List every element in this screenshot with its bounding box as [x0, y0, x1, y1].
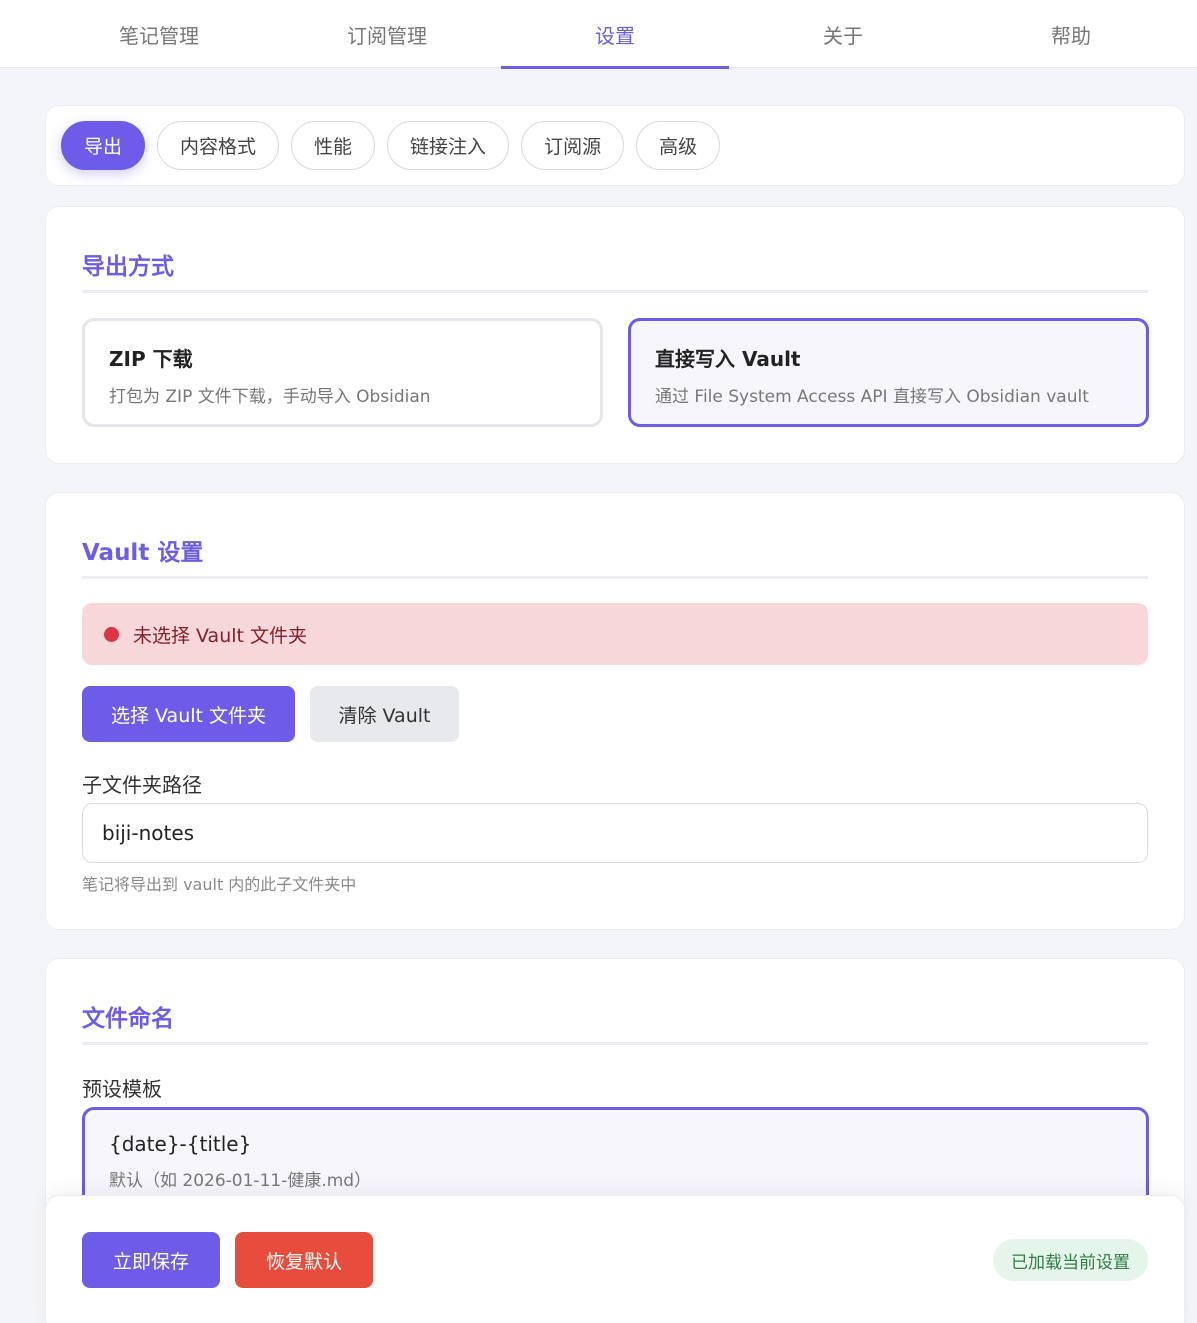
preset-label: 预设模板 — [82, 1077, 162, 1101]
subtab-feeds[interactable]: 订阅源 — [521, 121, 625, 170]
tab-about[interactable]: 关于 — [729, 0, 957, 68]
option-description: 打包为 ZIP 文件下载，手动导入 Obsidian — [109, 387, 431, 407]
preset-template: {date}-{title} — [109, 1132, 252, 1156]
choose-vault-button[interactable]: 选择 Vault 文件夹 — [82, 686, 295, 742]
error-dot-icon — [104, 626, 119, 642]
alert-text: 未选择 Vault 文件夹 — [133, 624, 308, 647]
export-method-card: 导出方式 ZIP 下载 打包为 ZIP 文件下载，手动导入 Obsidian 直… — [45, 206, 1185, 464]
tab-notes[interactable]: 笔记管理 — [45, 0, 273, 68]
section-title: Vault 设置 — [82, 540, 204, 566]
option-description: 通过 File System Access API 直接写入 Obsidian … — [655, 387, 1089, 407]
vault-alert: 未选择 Vault 文件夹 — [82, 603, 1148, 665]
subtab-performance[interactable]: 性能 — [291, 121, 376, 170]
tab-subscriptions[interactable]: 订阅管理 — [273, 0, 501, 68]
vault-settings-card: Vault 设置 未选择 Vault 文件夹 选择 Vault 文件夹 清除 V… — [45, 492, 1185, 930]
subtab-content-format[interactable]: 内容格式 — [157, 121, 280, 170]
subfolder-input[interactable]: biji-notes — [82, 803, 1148, 863]
clear-vault-button[interactable]: 清除 Vault — [310, 686, 459, 742]
subfolder-label: 子文件夹路径 — [82, 773, 202, 797]
subtab-advanced[interactable]: 高级 — [636, 121, 721, 170]
section-title: 导出方式 — [82, 254, 174, 280]
section-title: 文件命名 — [82, 1006, 174, 1032]
status-badge: 已加载当前设置 — [993, 1239, 1148, 1281]
option-zip-download[interactable]: ZIP 下载 打包为 ZIP 文件下载，手动导入 Obsidian — [82, 318, 603, 427]
save-button[interactable]: 立即保存 — [82, 1232, 220, 1288]
tab-help[interactable]: 帮助 — [957, 0, 1185, 68]
action-footer: 立即保存 恢复默认 已加载当前设置 — [45, 1195, 1185, 1323]
subfolder-hint: 笔记将导出到 vault 内的此子文件夹中 — [82, 875, 357, 894]
option-direct-vault[interactable]: 直接写入 Vault 通过 File System Access API 直接写… — [628, 318, 1149, 427]
tab-settings[interactable]: 设置 — [501, 0, 729, 69]
reset-default-button[interactable]: 恢复默认 — [235, 1232, 373, 1288]
subtab-export[interactable]: 导出 — [61, 121, 146, 170]
option-title: 直接写入 Vault — [655, 347, 801, 371]
preset-description: 默认（如 2026-01-11-健康.md） — [109, 1171, 372, 1191]
subtab-link-injection[interactable]: 链接注入 — [387, 121, 510, 170]
top-navigation: 笔记管理 订阅管理 设置 关于 帮助 — [0, 0, 1197, 69]
section-divider — [82, 576, 1148, 579]
section-divider — [82, 1042, 1148, 1045]
settings-subtabs: 导出 内容格式 性能 链接注入 订阅源 高级 — [45, 105, 1185, 186]
section-divider — [82, 290, 1148, 293]
option-title: ZIP 下载 — [109, 347, 193, 371]
